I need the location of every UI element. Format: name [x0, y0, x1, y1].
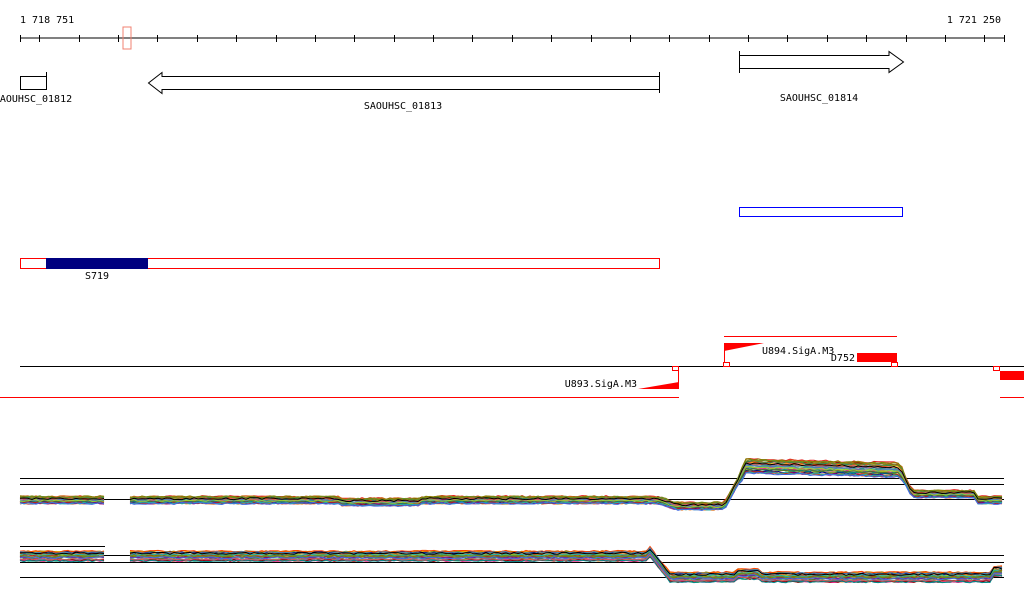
regulatory-track: U893.SigA.M3 U894.SigA.M3 D752 [0, 336, 1024, 398]
segment-label: S719 [85, 271, 109, 282]
ruler-start-label: 1 718 751 [20, 15, 74, 26]
gene-SAOUHSC_01813[interactable]: SAOUHSC_01813 [147, 71, 660, 112]
genome-browser: 1 718 751 1 721 250 AOUHSC_01812 SAOUHSC… [0, 15, 1024, 584]
expression-panel-plus [19, 457, 1004, 512]
terminator-right[interactable] [1000, 371, 1024, 380]
gene-SAOUHSC_01814[interactable]: SAOUHSC_01814 [739, 50, 905, 104]
gene-label: SAOUHSC_01813 [364, 101, 442, 112]
promoter-label: U893.SigA.M3 [565, 379, 637, 390]
terminator-D752[interactable]: D752 [831, 353, 897, 364]
gene-label: SAOUHSC_01814 [780, 93, 858, 104]
gene-AOUHSC_01812[interactable]: AOUHSC_01812 [0, 72, 72, 105]
promoter-label: U894.SigA.M3 [762, 346, 834, 357]
gene-label: AOUHSC_01812 [0, 94, 72, 105]
expression-line [129, 471, 1003, 511]
segment-S719[interactable] [46, 258, 148, 269]
terminator-label: D752 [831, 353, 855, 364]
ruler: 1 718 751 1 721 250 [20, 15, 1005, 50]
ruler-end-label: 1 721 250 [947, 15, 1001, 26]
expression-panel-minus [19, 545, 1004, 584]
promoter-U893[interactable]: U893.SigA.M3 [565, 370, 679, 390]
segment-track[interactable]: S719 [20, 258, 660, 282]
promoter-U894[interactable]: U894.SigA.M3 [724, 343, 834, 363]
blue-feature-box[interactable] [739, 207, 903, 217]
